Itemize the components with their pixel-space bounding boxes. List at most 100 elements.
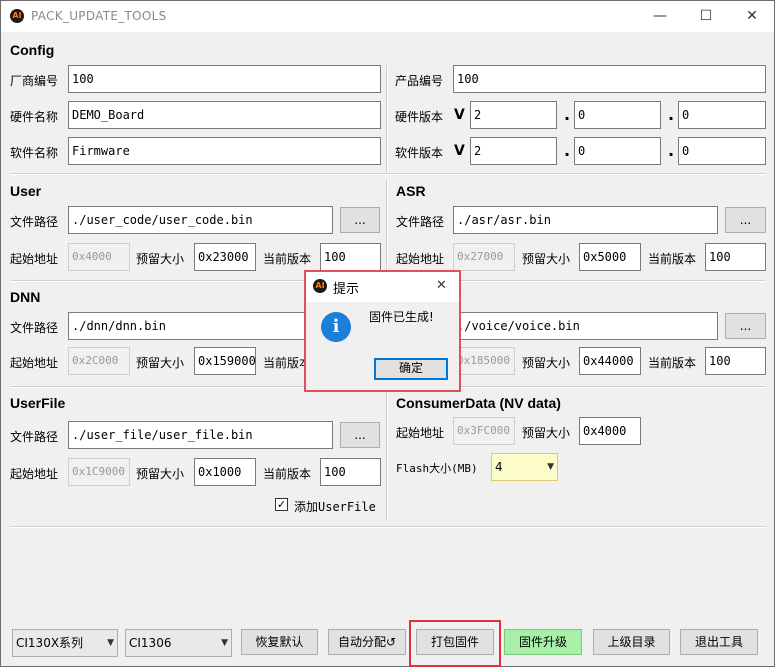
sw-version-minor[interactable]: 0 [574, 137, 661, 165]
add-userfile-label: 添加UserFile [294, 500, 376, 514]
flash-size-value: 4 [495, 460, 503, 474]
user-addr-label: 起始地址 [10, 252, 59, 266]
voice-path-input[interactable]: ./voice/voice.bin [453, 312, 718, 340]
version-dot: . [668, 105, 675, 124]
hw-version-label: 硬件版本 [395, 110, 444, 124]
consumer-size-label: 预留大小 [522, 426, 571, 440]
chip-select[interactable]: CI1306 ▼ [125, 629, 232, 657]
upgrade-firmware-button[interactable]: 固件升级 [504, 629, 582, 655]
user-addr-input: 0x4000 [68, 243, 130, 271]
series-select-value: CI130X系列 [16, 636, 84, 650]
asr-addr-input: 0x27000 [453, 243, 515, 271]
dialog-app-icon: AI [313, 279, 327, 293]
pack-firmware-highlight [409, 620, 501, 667]
asr-size-input[interactable]: 0x5000 [579, 243, 641, 271]
user-size-input[interactable]: 0x23000 [194, 243, 256, 271]
vendor-label: 厂商编号 [10, 74, 59, 88]
voice-size-input[interactable]: 0x44000 [579, 347, 641, 375]
dnn-addr-input: 0x2C000 [68, 347, 130, 375]
vendor-input[interactable]: 100 [68, 65, 381, 93]
userfile-addr-input: 0x1C9000 [68, 458, 130, 486]
asr-section-title: ASR [396, 183, 426, 199]
app-logo-icon: AI [10, 9, 24, 23]
userfile-size-input[interactable]: 0x1000 [194, 458, 256, 486]
dialog-ok-button[interactable]: 确定 [374, 358, 448, 380]
refresh-icon: ↺ [385, 635, 397, 649]
userfile-version-label: 当前版本 [263, 467, 312, 481]
window-title: PACK_UPDATE_TOOLS [31, 9, 167, 23]
userfile-path-input[interactable]: ./user_file/user_file.bin [68, 421, 333, 449]
hw-version-minor[interactable]: 0 [574, 101, 661, 129]
parent-directory-button[interactable]: 上级目录 [593, 629, 670, 655]
info-dialog: AI 提示 ✕ i 固件已生成! 确定 [304, 270, 461, 392]
hw-version-patch[interactable]: 0 [678, 101, 766, 129]
product-input[interactable]: 100 [453, 65, 766, 93]
userfile-addr-label: 起始地址 [10, 467, 59, 481]
user-version-input[interactable]: 100 [320, 243, 381, 271]
title-bar: AI PACK_UPDATE_TOOLS — ☐ ✕ [1, 1, 774, 32]
sw-version-label: 软件版本 [395, 146, 444, 160]
sw-name-label: 软件名称 [10, 146, 59, 160]
dialog-title: 提示 [333, 282, 360, 297]
voice-addr-input: 0x185000 [453, 347, 515, 375]
maximize-button[interactable]: ☐ [683, 1, 729, 32]
dnn-path-input[interactable]: ./dnn/dnn.bin [68, 312, 333, 340]
sw-name-input[interactable]: Firmware [68, 137, 381, 165]
chevron-down-icon: ▼ [547, 462, 554, 472]
asr-path-input[interactable]: ./asr/asr.bin [453, 206, 718, 234]
user-browse-button[interactable]: ... [340, 207, 380, 233]
chevron-down-icon: ▼ [107, 638, 114, 648]
hw-name-label: 硬件名称 [10, 110, 59, 124]
version-dot: . [668, 141, 675, 160]
config-divider [386, 65, 388, 173]
minimize-button[interactable]: — [637, 1, 683, 32]
consumer-addr-label: 起始地址 [396, 426, 445, 440]
voice-browse-button[interactable]: ... [725, 313, 766, 339]
user-path-input[interactable]: ./user_code/user_code.bin [68, 206, 333, 234]
config-section-title: Config [10, 42, 55, 58]
user-size-label: 预留大小 [136, 252, 185, 266]
add-userfile-checkbox[interactable]: ✓ [275, 498, 288, 511]
voice-version-label: 当前版本 [648, 356, 697, 370]
asr-browse-button[interactable]: ... [725, 207, 766, 233]
app-window: AI PACK_UPDATE_TOOLS — ☐ ✕ Config 厂商编号 1… [0, 0, 775, 667]
voice-size-label: 预留大小 [522, 356, 571, 370]
dialog-message: 固件已生成! [369, 310, 434, 324]
dnn-addr-label: 起始地址 [10, 356, 59, 370]
asr-size-label: 预留大小 [522, 252, 571, 266]
hw-name-input[interactable]: DEMO_Board [68, 101, 381, 129]
flash-size-select[interactable]: 4 ▼ [491, 453, 558, 481]
chevron-down-icon: ▼ [221, 638, 228, 648]
userfile-section-title: UserFile [10, 395, 66, 411]
close-button[interactable]: ✕ [729, 1, 775, 32]
chip-select-value: CI1306 [129, 636, 172, 650]
product-label: 产品编号 [395, 74, 444, 88]
info-icon: i [321, 312, 351, 342]
auto-allocate-button[interactable]: 自动分配↺ [328, 629, 406, 655]
series-select[interactable]: CI130X系列 ▼ [12, 629, 118, 657]
section-divider [10, 173, 766, 175]
sw-version-patch[interactable]: 0 [678, 137, 766, 165]
version-dot: . [564, 141, 571, 160]
section-divider [10, 526, 766, 528]
auto-allocate-label: 自动分配 [337, 635, 386, 649]
restore-default-button[interactable]: 恢复默认 [241, 629, 318, 655]
user-section-title: User [10, 183, 42, 199]
asr-path-label: 文件路径 [396, 215, 445, 229]
sw-version-major[interactable]: 2 [470, 137, 557, 165]
dialog-close-button[interactable]: ✕ [436, 278, 447, 293]
consumer-addr-input: 0x3FC000 [453, 417, 515, 445]
version-dot: . [564, 105, 571, 124]
voice-version-input[interactable]: 100 [705, 347, 766, 375]
dnn-path-label: 文件路径 [10, 321, 59, 335]
userfile-version-input[interactable]: 100 [320, 458, 381, 486]
hw-version-major[interactable]: 2 [470, 101, 557, 129]
dnn-size-label: 预留大小 [136, 356, 185, 370]
exit-tool-button[interactable]: 退出工具 [680, 629, 758, 655]
dnn-size-input[interactable]: 0x159000 [194, 347, 256, 375]
asr-version-input[interactable]: 100 [705, 243, 766, 271]
asr-version-label: 当前版本 [648, 252, 697, 266]
userfile-browse-button[interactable]: ... [340, 422, 380, 448]
consumer-size-input[interactable]: 0x4000 [579, 417, 641, 445]
userfile-size-label: 预留大小 [136, 467, 185, 481]
